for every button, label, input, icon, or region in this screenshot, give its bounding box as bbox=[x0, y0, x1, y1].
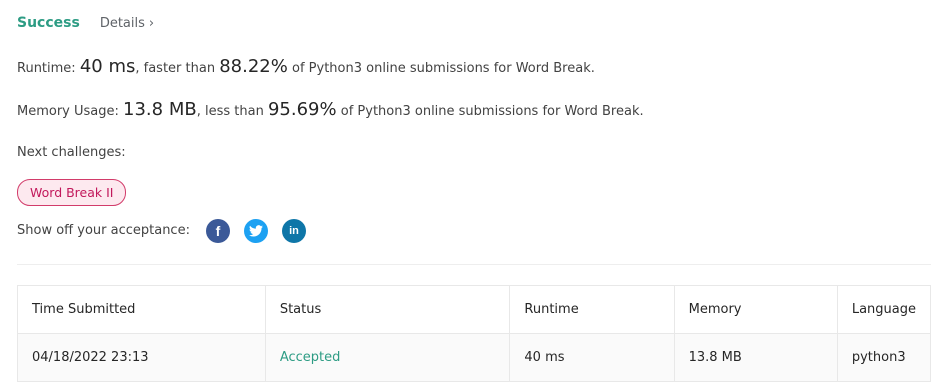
col-status: Status bbox=[264, 285, 511, 334]
cell-language: python3 bbox=[836, 333, 932, 382]
next-challenge-chip[interactable]: Word Break II bbox=[17, 179, 127, 206]
share-row: Show off your acceptance: f in bbox=[17, 219, 306, 243]
linkedin-icon[interactable]: in bbox=[282, 219, 306, 243]
memory-label: Memory Usage: bbox=[17, 104, 119, 119]
share-label: Show off your acceptance: bbox=[17, 223, 190, 238]
memory-percent: 95.69% bbox=[267, 99, 337, 120]
memory-comparison: , less than bbox=[196, 104, 264, 119]
col-runtime: Runtime bbox=[509, 285, 675, 334]
success-status: Success bbox=[17, 15, 80, 31]
submissions-table: Time Submitted Status Runtime Memory Lan… bbox=[17, 285, 932, 382]
memory-value: 13.8 MB bbox=[123, 99, 197, 120]
cell-time-submitted: 04/18/2022 23:13 bbox=[17, 333, 266, 382]
col-time-submitted: Time Submitted bbox=[17, 285, 266, 334]
cell-runtime: 40 ms bbox=[509, 333, 675, 382]
memory-suffix: of Python3 online submissions for Word B… bbox=[340, 104, 644, 119]
chevron-right-icon[interactable]: › bbox=[149, 16, 154, 31]
twitter-bird-glyph bbox=[249, 225, 263, 237]
facebook-icon[interactable]: f bbox=[206, 219, 230, 243]
details-link[interactable]: Details › bbox=[100, 16, 154, 31]
runtime-percent: 88.22% bbox=[219, 56, 288, 77]
table-header-row: Time Submitted Status Runtime Memory Lan… bbox=[17, 285, 932, 334]
runtime-comparison: , faster than bbox=[135, 61, 216, 76]
next-challenges-label: Next challenges: bbox=[17, 145, 126, 160]
col-memory: Memory bbox=[673, 285, 838, 334]
details-label[interactable]: Details bbox=[100, 16, 145, 31]
runtime-value: 40 ms bbox=[79, 56, 136, 77]
runtime-suffix: of Python3 online submissions for Word B… bbox=[292, 61, 595, 76]
col-language: Language bbox=[836, 285, 932, 334]
runtime-line: Runtime: 40 ms, faster than 88.22% of Py… bbox=[17, 56, 595, 77]
runtime-label: Runtime: bbox=[17, 61, 76, 76]
section-divider bbox=[17, 264, 931, 265]
table-row: 04/18/2022 23:13 Accepted 40 ms 13.8 MB … bbox=[17, 333, 932, 382]
cell-status-link[interactable]: Accepted bbox=[264, 333, 511, 382]
result-header: Success Details › bbox=[17, 15, 154, 31]
cell-memory: 13.8 MB bbox=[673, 333, 838, 382]
twitter-icon[interactable] bbox=[244, 219, 268, 243]
memory-line: Memory Usage: 13.8 MB, less than 95.69% … bbox=[17, 99, 644, 120]
